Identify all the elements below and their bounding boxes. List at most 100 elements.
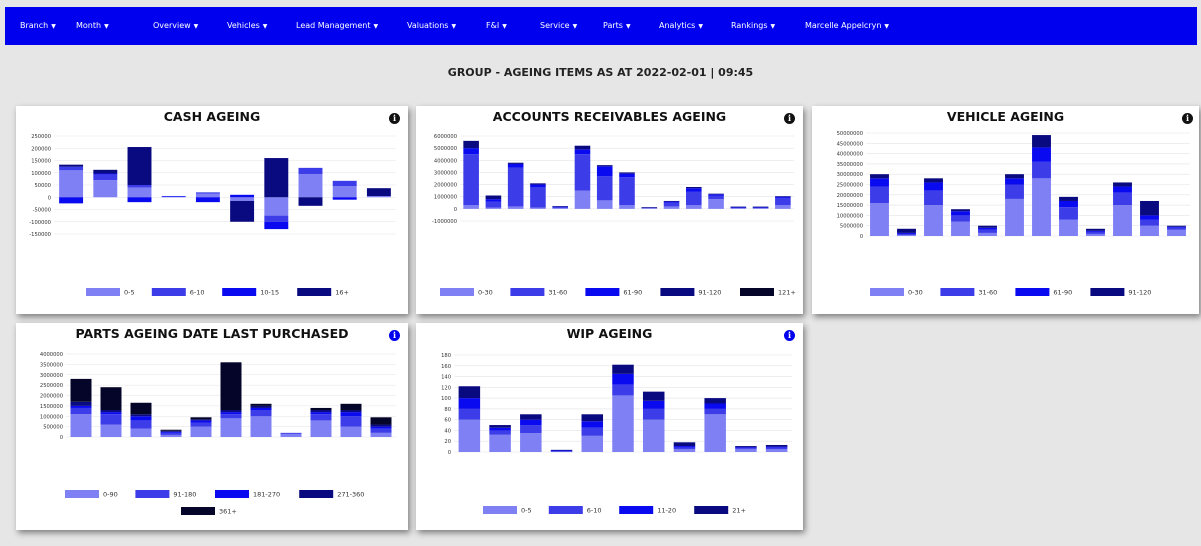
y-tick-label: 2500000	[40, 383, 63, 389]
nav-menu-parts[interactable]: Parts ▼	[603, 20, 631, 33]
bar-segment	[663, 201, 680, 203]
nav-menu-month[interactable]: Month ▼	[76, 20, 109, 33]
y-tick-label: -50000	[33, 208, 51, 214]
bar-segment	[70, 414, 92, 437]
legend-label: 0-5	[124, 289, 135, 297]
y-tick-label: 200000	[31, 146, 51, 152]
bar-segment	[708, 194, 724, 196]
bar-segment	[870, 186, 889, 204]
bar-segment	[298, 197, 323, 206]
nav-menu-f-i[interactable]: F&I ▼	[486, 20, 507, 33]
bar-segment	[951, 211, 970, 216]
bar-segment	[100, 412, 122, 415]
legend-swatch	[510, 288, 545, 296]
bar-segment	[463, 140, 479, 149]
bar-segment	[250, 410, 272, 417]
bar-segment	[1086, 233, 1105, 236]
bar-segment	[775, 205, 791, 209]
legend-label: 271-360	[337, 491, 364, 499]
nav-menu-label: Valuations	[407, 21, 449, 30]
bar-segment	[1167, 229, 1186, 236]
y-tick-label: 5000000	[840, 224, 863, 230]
bar-segment	[340, 403, 362, 411]
bar-segment	[530, 183, 546, 185]
bar-segment	[160, 429, 182, 431]
bar-segment	[596, 200, 613, 209]
nav-menu-vehicles[interactable]: Vehicles ▼	[227, 20, 267, 33]
bar-segment	[127, 147, 152, 185]
info-icon[interactable]: i	[389, 330, 400, 341]
nav-menu-valuations[interactable]: Valuations ▼	[407, 20, 456, 33]
bar-segment	[1059, 200, 1078, 208]
caret-down-icon: ▼	[104, 23, 109, 30]
bar-segment	[507, 167, 524, 207]
nav-menu-marcelle-appelcryn[interactable]: Marcelle Appelcryn ▼	[805, 20, 889, 33]
bar-segment	[485, 195, 502, 200]
bar-segment	[160, 431, 182, 433]
nav-menu-rankings[interactable]: Rankings ▼	[731, 20, 775, 33]
legend-swatch	[940, 288, 975, 296]
bar-segment	[735, 446, 757, 448]
legend-label: 361+	[219, 508, 237, 516]
nav-menu-analytics[interactable]: Analytics ▼	[659, 20, 703, 33]
bar-segment	[520, 419, 542, 426]
nav-menu-overview[interactable]: Overview ▼	[153, 20, 198, 33]
nav-menu-service[interactable]: Service ▼	[540, 20, 577, 33]
bar-segment	[619, 177, 635, 206]
bar-segment	[195, 193, 220, 198]
bar-segment	[310, 420, 332, 437]
bar-segment	[619, 205, 635, 209]
legend-label: 6-10	[587, 507, 602, 515]
bar-segment	[458, 419, 481, 452]
y-tick-label: 15000000	[837, 203, 863, 209]
bar-segment	[870, 203, 889, 236]
chart-title: WIP AGEING	[566, 326, 653, 341]
nav-menu-label: Marcelle Appelcryn	[805, 21, 882, 30]
bar-segment	[507, 163, 524, 168]
bar-segment	[704, 408, 726, 415]
y-tick-label: -150000	[29, 232, 51, 238]
bar-segment	[1167, 225, 1186, 227]
bar-segment	[310, 412, 332, 415]
legend-swatch	[297, 288, 332, 296]
bar-segment	[1113, 205, 1132, 236]
bar-segment	[951, 209, 970, 212]
bar-segment	[775, 196, 791, 198]
info-icon[interactable]: i	[1182, 113, 1193, 124]
info-icon[interactable]: i	[784, 113, 795, 124]
y-tick-label: 20	[444, 439, 451, 445]
bar-segment	[686, 187, 702, 189]
bar-segment	[310, 414, 332, 421]
bar-segment	[190, 417, 212, 420]
legend-label: 91-120	[1128, 289, 1151, 297]
info-icon[interactable]: i	[784, 330, 795, 341]
nav-menu-lead-management[interactable]: Lead Management ▼	[296, 20, 378, 33]
bar-segment	[463, 148, 479, 155]
bar-segment	[673, 449, 696, 452]
info-icon[interactable]: i	[389, 113, 400, 124]
bar-segment	[704, 398, 726, 404]
bar-segment	[220, 412, 242, 415]
y-tick-label: 1000000	[40, 414, 63, 420]
nav-menu-label: Analytics	[659, 21, 696, 30]
legend-swatch	[740, 288, 774, 296]
y-tick-label: 40	[444, 428, 451, 434]
bar-segment	[298, 167, 323, 174]
bar-segment	[230, 200, 255, 222]
bar-segment	[897, 234, 916, 236]
legend-swatch	[181, 507, 215, 515]
y-tick-label: 80	[444, 407, 451, 413]
nav-menu-branch[interactable]: Branch ▼	[20, 20, 56, 33]
bar-segment	[530, 207, 546, 209]
bar-segment	[1005, 184, 1024, 199]
y-tick-label: 2000000	[40, 394, 63, 400]
bar-segment	[250, 405, 272, 408]
bar-segment	[489, 430, 511, 435]
bar-segment	[752, 208, 769, 209]
bar-segment	[100, 414, 122, 425]
bar-segment	[978, 232, 997, 236]
y-tick-label: 4000000	[434, 158, 457, 164]
bar-segment	[489, 425, 511, 428]
chart-title: VEHICLE AGEING	[946, 109, 1065, 124]
bar-segment	[552, 208, 568, 209]
